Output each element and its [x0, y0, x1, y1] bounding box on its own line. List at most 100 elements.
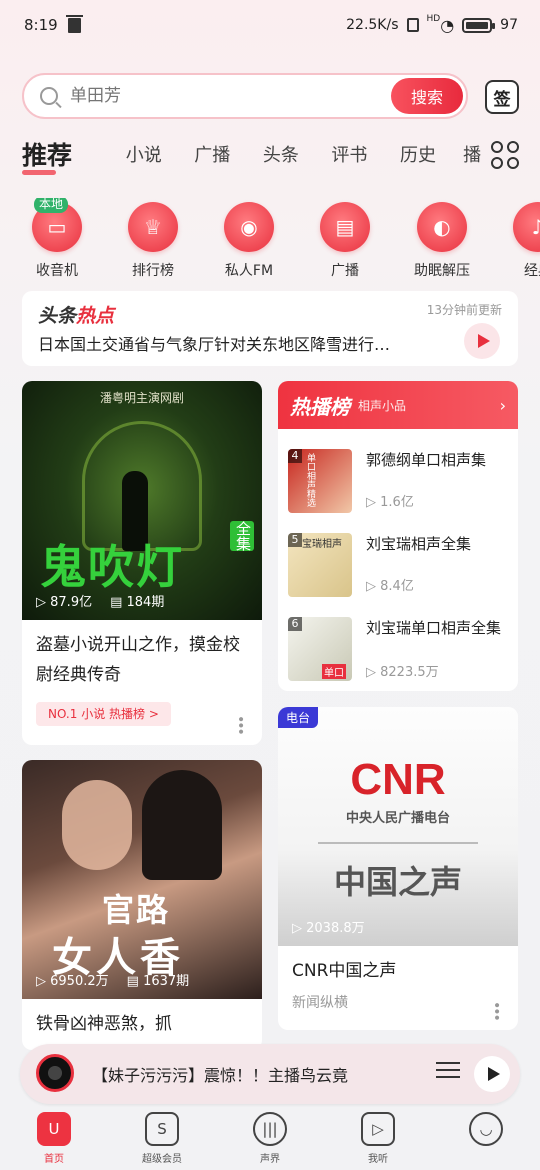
album-card-guanlu[interactable]: 官路 女人香 ▷ 6950.2万 ▤ 1637期 铁骨凶神恶煞，抓	[22, 760, 262, 1050]
cover-tag: 全集	[230, 521, 254, 551]
entry-label: 排行榜	[132, 263, 174, 278]
nav-label: 首页	[44, 1154, 64, 1165]
radio-stats: ▷ 2038.8万	[292, 921, 365, 936]
all-categories-icon[interactable]	[491, 141, 519, 169]
search-input[interactable]	[70, 86, 370, 106]
moon-icon: ◐	[417, 202, 467, 252]
hot-chart-header[interactable]: 热播榜 相声小品 ›	[278, 381, 518, 429]
headline-card[interactable]: 头条热点 13分钟前更新 日本国土交通省与气象厅针对关东地区降雪进行…	[22, 291, 518, 366]
play-count: 6950.2万	[50, 974, 109, 989]
hot-chart-title: 热播榜	[290, 394, 350, 419]
wifi-hd-badge: HD	[426, 14, 441, 24]
nav-profile[interactable]: ◡	[432, 1106, 540, 1170]
battery-icon	[462, 17, 496, 33]
status-right: 22.5K/s HD ◔ 97	[346, 14, 518, 35]
bottom-nav: U 首页 S 超级会员 ||| 声界 ▷ 我听 ◡	[0, 1106, 540, 1170]
nav-sound[interactable]: ||| 声界	[216, 1106, 324, 1170]
headline-brand: 头条热点	[38, 305, 115, 327]
hot-chart-subtitle: 相声小品	[358, 398, 407, 413]
search-button[interactable]: 搜索	[391, 78, 463, 114]
play-count: 87.9亿	[50, 595, 93, 610]
sound-icon: |||	[253, 1112, 287, 1146]
hot-item-count: ▷ 8223.5万	[366, 665, 439, 680]
hot-item-name: 郭德纲单口相声集	[366, 451, 487, 469]
radio-card-cnr[interactable]: 电台 CNR 中央人民广播电台 中国之声 ▷ 2038.8万 CNR中国之声 新…	[278, 707, 518, 1030]
listen-icon: ▷	[361, 1112, 395, 1146]
tab-history[interactable]: 历史	[384, 141, 453, 167]
entry-label: 助眠解压	[414, 263, 470, 278]
headline-text: 日本国土交通省与气象厅针对关东地区降雪进行…	[38, 335, 391, 354]
hot-chart-item[interactable]: 4 单口相声精选 郭德纲单口相声集 ▷ 1.6亿	[288, 449, 508, 513]
album-disc-icon[interactable]	[36, 1054, 74, 1092]
sim-icon	[406, 18, 419, 32]
vip-icon: S	[145, 1112, 179, 1146]
tab-broadcast[interactable]: 广播	[178, 141, 247, 167]
nav-vip[interactable]: S 超级会员	[108, 1106, 216, 1170]
tab-novel[interactable]: 小说	[109, 141, 178, 167]
cnr-logo-sub: 中央人民广播电台	[345, 811, 450, 826]
trophy-icon: ♕	[128, 202, 178, 252]
hot-item-count: ▷ 8.4亿	[366, 579, 414, 594]
nav-home[interactable]: U 首页	[0, 1106, 108, 1170]
classic-icon: ♪	[513, 202, 540, 252]
rank-badge[interactable]: NO.1 小说 热播榜 >	[36, 702, 171, 726]
nav-label: 我听	[368, 1154, 388, 1165]
cnr-logo: CNR	[350, 755, 446, 804]
play-icon	[478, 334, 490, 348]
entry-sleep[interactable]: ◐ 助眠解压	[400, 198, 484, 278]
search-bar[interactable]: 搜索	[22, 73, 468, 119]
battery-level: 97	[500, 17, 518, 33]
hot-chart-item[interactable]: 6 单口 刘宝瑞单口相声全集 ▷ 8223.5万	[288, 617, 508, 681]
cover-art-figure	[142, 770, 222, 880]
quick-entry-row: ▭本地 收音机 ♕ 排行榜 ◉ 私人FM ▤ 广播 ◐ 助眠解压 ♪ 经典	[0, 198, 540, 278]
hot-chart-item[interactable]: 5 宝瑞相声 刘宝瑞相声全集 ▷ 8.4亿	[288, 533, 508, 597]
hot-item-thumb: 5 宝瑞相声	[288, 533, 352, 597]
entry-broadcast[interactable]: ▤ 广播	[303, 198, 387, 278]
entry-label: 经典	[524, 263, 540, 278]
status-time: 8:19	[24, 16, 58, 34]
local-badge: 本地	[34, 198, 69, 213]
hot-item-name: 刘宝瑞相声全集	[366, 535, 472, 553]
mini-player[interactable]: 【妹子污污污】震惊！！主播鸟云竟	[20, 1044, 520, 1104]
radio-tag: 电台	[278, 707, 319, 728]
hot-item-name: 刘宝瑞单口相声全集	[366, 619, 502, 637]
entry-radio[interactable]: ▭ 本地 收音机	[15, 198, 99, 278]
headline-play-button[interactable]	[464, 323, 500, 359]
cover-title: 鬼吹灯	[40, 540, 184, 594]
play-icon	[488, 1067, 500, 1081]
entry-label: 收音机	[36, 263, 78, 278]
tab-headline[interactable]: 头条	[247, 141, 316, 167]
category-tabs: 推荐 小说 广播 头条 评书 历史 播	[22, 134, 492, 175]
more-icon[interactable]: •••	[232, 715, 248, 734]
tab-partial[interactable]: 播	[452, 141, 492, 167]
tab-pingshu[interactable]: 评书	[315, 141, 384, 167]
album-title: 铁骨凶神恶煞，抓	[36, 1014, 172, 1034]
hot-item-thumb: 4 单口相声精选	[288, 449, 352, 513]
nav-listen[interactable]: ▷ 我听	[324, 1106, 432, 1170]
cover-art-face	[62, 780, 132, 870]
radio-icon: ▭ 本地	[32, 198, 82, 252]
cover-subtitle: 潘粤明主演网剧	[99, 391, 184, 405]
status-bar: 8:19 22.5K/s HD ◔ 97	[0, 0, 540, 50]
album-cover: 官路 女人香 ▷ 6950.2万 ▤ 1637期	[22, 760, 262, 999]
album-stats: ▷ 87.9亿 ▤ 184期	[36, 595, 165, 610]
fm-icon: ◉	[224, 202, 274, 252]
hot-chart-card[interactable]: 热播榜 相声小品 › 4 单口相声精选 郭德纲单口相声集 ▷ 1.6亿 5 宝瑞…	[278, 381, 518, 691]
radio-title: CNR中国之声	[292, 961, 397, 981]
more-icon[interactable]: •••	[488, 1001, 504, 1020]
entry-fm[interactable]: ◉ 私人FM	[207, 198, 291, 278]
profile-icon: ◡	[469, 1112, 503, 1146]
chevron-right-icon: ›	[499, 395, 506, 415]
entry-classic[interactable]: ♪ 经典	[496, 198, 540, 278]
playlist-icon[interactable]	[436, 1062, 460, 1084]
entry-label: 广播	[331, 263, 359, 278]
tab-recommend[interactable]: 推荐	[22, 136, 109, 175]
broadcast-icon: ▤	[320, 202, 370, 252]
album-card-guichuideng[interactable]: 潘粤明主演网剧 鬼吹灯 全集 ▷ 87.9亿 ▤ 184期 盗墓小说开山之作，摸…	[22, 381, 262, 745]
headline-update-time: 13分钟前更新	[426, 303, 502, 317]
play-button[interactable]	[474, 1056, 510, 1092]
play-count: 2038.8万	[306, 921, 365, 936]
trash-icon	[65, 14, 83, 33]
entry-ranking[interactable]: ♕ 排行榜	[111, 198, 195, 278]
sign-in-button[interactable]: 签	[485, 80, 519, 114]
